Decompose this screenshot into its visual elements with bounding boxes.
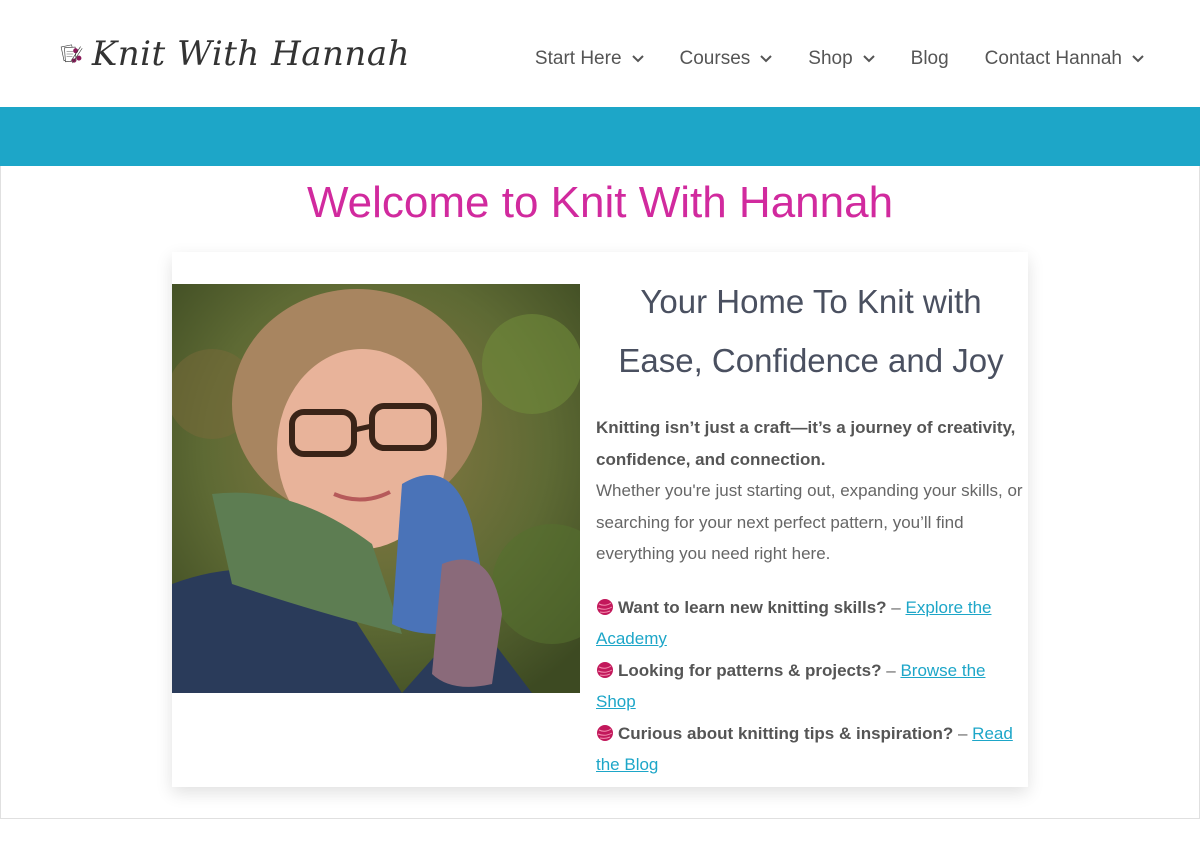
- nav-label: Courses: [679, 48, 751, 69]
- intro-card: Your Home To Knit with Ease, Confidence …: [172, 252, 1028, 787]
- intro-text-column: Your Home To Knit with Ease, Confidence …: [596, 272, 1026, 781]
- knitting-logo-icon: [60, 44, 83, 64]
- link-separator: –: [953, 723, 973, 743]
- link-separator: –: [881, 660, 901, 680]
- intro-bold-text: Knitting isn’t just a craft—it’s a journ…: [596, 418, 1016, 469]
- list-item: Looking for patterns & projects? – Brows…: [596, 655, 1026, 718]
- hannah-portrait-image: [172, 284, 580, 693]
- nav-label: Start Here: [534, 48, 622, 69]
- nav-contact-hannah[interactable]: Contact Hannah: [985, 48, 1144, 70]
- chevron-down-icon: [1132, 55, 1144, 63]
- intro-paragraph: Knitting isn’t just a craft—it’s a journ…: [596, 412, 1026, 570]
- nav-label: Shop: [808, 48, 853, 69]
- link-question: Curious about knitting tips & inspiratio…: [618, 723, 954, 743]
- logo-text: Knit With Hannah: [91, 34, 410, 74]
- link-separator: –: [886, 597, 906, 617]
- yarn-ball-icon: [597, 661, 613, 678]
- site-header: Knit With Hannah Start Here Courses Shop…: [0, 0, 1200, 107]
- main-nav: Start Here Courses Shop Blog Contact Han…: [499, 48, 1144, 70]
- link-list: Want to learn new knitting skills? – Exp…: [596, 592, 1026, 781]
- site-logo[interactable]: Knit With Hannah: [60, 24, 410, 84]
- chevron-down-icon: [631, 55, 644, 63]
- headline: Your Home To Knit with Ease, Confidence …: [618, 283, 1004, 379]
- list-item: Want to learn new knitting skills? – Exp…: [596, 592, 1026, 655]
- nav-blog[interactable]: Blog: [911, 48, 949, 70]
- welcome-title: Welcome to Knit With Hannah: [306, 178, 894, 227]
- chevron-down-icon: [862, 55, 875, 63]
- nav-courses[interactable]: Courses: [680, 48, 773, 70]
- yarn-ball-icon: [597, 724, 613, 741]
- nav-start-here[interactable]: Start Here: [535, 48, 644, 70]
- nav-shop[interactable]: Shop: [808, 48, 875, 70]
- yarn-ball-icon: [597, 598, 613, 615]
- list-item: Curious about knitting tips & inspiratio…: [596, 718, 1026, 781]
- intro-body-text: Whether you're just starting out, expand…: [596, 481, 1023, 563]
- link-question: Want to learn new knitting skills?: [618, 597, 887, 617]
- nav-label: Contact Hannah: [984, 48, 1122, 69]
- nav-label: Blog: [910, 48, 949, 69]
- chevron-down-icon: [760, 55, 772, 63]
- link-question: Looking for patterns & projects?: [618, 660, 882, 680]
- teal-banner: [0, 107, 1200, 166]
